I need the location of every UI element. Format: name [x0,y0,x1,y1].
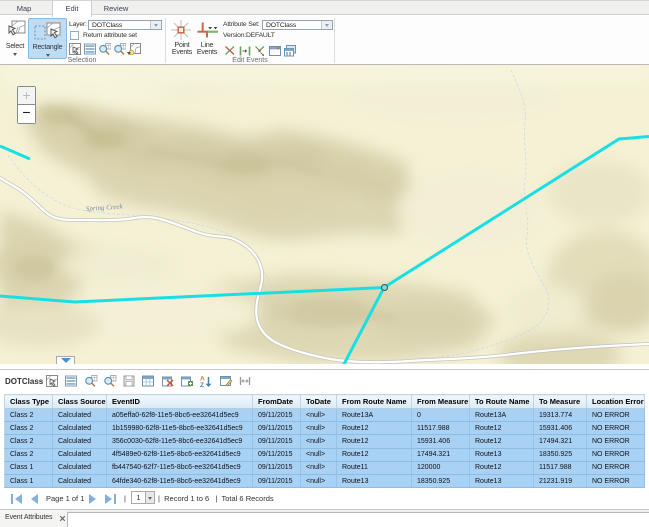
svg-text:Z: Z [200,382,204,388]
